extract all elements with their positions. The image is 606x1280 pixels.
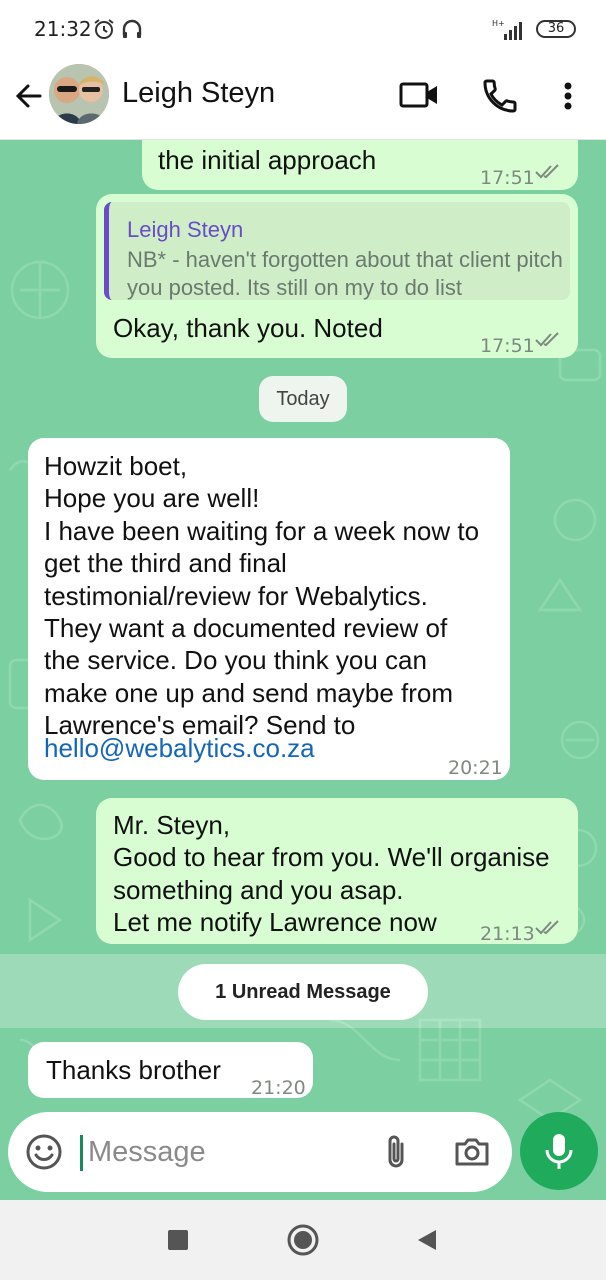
chat-area[interactable]: the initial approach 17:51 Leigh Steyn N… xyxy=(0,140,606,1200)
message-time: 21:20 xyxy=(251,1077,306,1099)
message-text: the initial approach xyxy=(158,145,377,175)
double-check-icon xyxy=(535,332,559,347)
message-input[interactable] xyxy=(88,1130,368,1174)
chat-header: Leigh Steyn xyxy=(0,58,606,140)
quoted-author: Leigh Steyn xyxy=(127,217,244,242)
system-nav-bar xyxy=(0,1200,606,1280)
email-link[interactable]: hello@webalytics.co.za xyxy=(44,732,315,764)
nav-recents-button[interactable] xyxy=(160,1222,196,1258)
camera-icon xyxy=(455,1138,489,1166)
message-outgoing[interactable]: the initial approach 17:51 xyxy=(142,140,578,190)
nav-home-button[interactable] xyxy=(285,1222,321,1258)
back-button[interactable] xyxy=(10,76,50,116)
nav-back-button[interactable] xyxy=(408,1222,444,1258)
voice-call-button[interactable] xyxy=(480,76,520,116)
message-composer xyxy=(8,1112,512,1192)
voice-record-button[interactable] xyxy=(520,1112,598,1190)
emoji-icon xyxy=(26,1134,62,1170)
message-time: 17:51 xyxy=(480,167,535,189)
quoted-text: NB* - haven't forgotten about that clien… xyxy=(127,247,563,300)
day-separator: Today xyxy=(259,376,347,422)
video-call-icon xyxy=(399,82,437,108)
message-text: Thanks brother xyxy=(46,1055,221,1085)
more-options-button[interactable] xyxy=(552,76,584,116)
text-caret xyxy=(80,1135,83,1171)
back-arrow-icon xyxy=(15,84,42,108)
attach-icon xyxy=(388,1135,404,1168)
message-text: Okay, thank you. Noted xyxy=(113,313,383,343)
alarm-icon xyxy=(92,17,116,46)
camera-button[interactable] xyxy=(452,1132,492,1172)
message-time: 20:21 xyxy=(448,757,503,779)
attach-button[interactable] xyxy=(380,1132,412,1172)
message-outgoing-reply[interactable]: Leigh Steyn NB* - haven't forgotten abou… xyxy=(96,194,578,358)
avatar[interactable] xyxy=(49,64,109,124)
nav-home-icon xyxy=(287,1224,319,1256)
double-check-icon xyxy=(535,920,559,935)
double-check-icon xyxy=(535,164,559,179)
message-incoming[interactable]: Howzit boet, Hope you are well! I have b… xyxy=(28,438,510,780)
nav-recents-icon xyxy=(168,1230,188,1250)
video-call-button[interactable] xyxy=(398,78,440,112)
message-text: Howzit boet, Hope you are well! I have b… xyxy=(44,451,480,741)
message-time: 17:51 xyxy=(480,335,535,357)
quoted-message[interactable]: Leigh Steyn NB* - haven't forgotten abou… xyxy=(104,202,570,300)
phone-icon xyxy=(483,79,517,113)
message-incoming[interactable]: Thanks brother 21:20 xyxy=(28,1042,313,1099)
contact-name[interactable]: Leigh Steyn xyxy=(122,77,275,110)
network-type: H+ xyxy=(492,19,505,28)
message-outgoing[interactable]: Mr. Steyn, Good to hear from you. We'll … xyxy=(96,798,578,945)
nav-back-icon xyxy=(418,1230,436,1250)
unread-badge: 1 Unread Message xyxy=(178,964,428,1020)
status-time: 21:32 xyxy=(34,17,92,41)
mic-icon xyxy=(545,1134,573,1169)
more-vert-icon xyxy=(564,82,572,110)
emoji-button[interactable] xyxy=(25,1133,63,1171)
status-bar: 21:32 H+ 36 xyxy=(0,0,606,58)
message-time: 21:13 xyxy=(480,923,535,945)
headphones-icon xyxy=(120,17,144,46)
signal-icon: H+ xyxy=(492,18,526,47)
battery-icon: 36 xyxy=(536,20,576,38)
